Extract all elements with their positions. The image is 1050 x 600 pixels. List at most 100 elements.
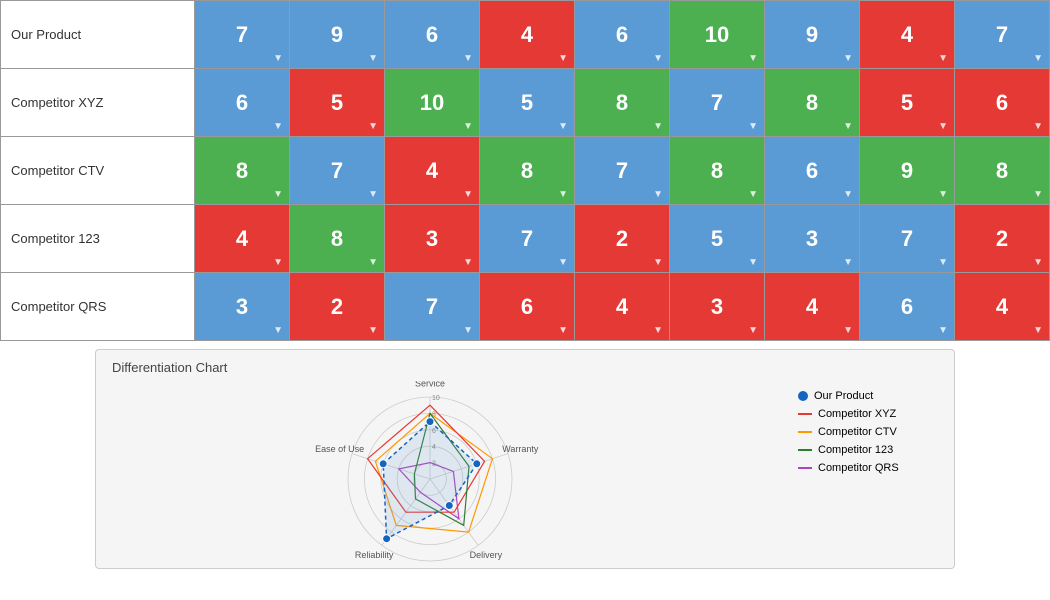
value-cell[interactable]: 3▼ — [385, 205, 480, 273]
value-cell[interactable]: 2▼ — [290, 273, 385, 341]
value-cell[interactable]: 3▼ — [195, 273, 290, 341]
chevron-down-icon: ▼ — [463, 121, 473, 132]
table-row: Competitor 1234▼8▼3▼7▼2▼5▼3▼7▼2▼ — [1, 205, 1050, 273]
value-cell[interactable]: 8▼ — [955, 137, 1050, 205]
value-cell[interactable]: 8▼ — [480, 137, 575, 205]
value-cell[interactable]: 9▼ — [765, 1, 860, 69]
cell-value: 9 — [331, 22, 343, 47]
value-cell[interactable]: 9▼ — [860, 137, 955, 205]
cell-value: 6 — [521, 294, 533, 319]
chevron-down-icon: ▼ — [368, 257, 378, 268]
row-label: Competitor 123 — [1, 205, 195, 273]
comparison-table: Our Product7▼9▼6▼4▼6▼10▼9▼4▼7▼Competitor… — [0, 0, 1050, 341]
cell-value: 3 — [236, 294, 248, 319]
value-cell[interactable]: 8▼ — [765, 69, 860, 137]
value-cell[interactable]: 4▼ — [480, 1, 575, 69]
svg-text:Reliability: Reliability — [355, 550, 394, 560]
chevron-down-icon: ▼ — [463, 325, 473, 336]
cell-value: 4 — [521, 22, 533, 47]
value-cell[interactable]: 5▼ — [670, 205, 765, 273]
cell-value: 6 — [236, 90, 248, 115]
value-cell[interactable]: 7▼ — [385, 273, 480, 341]
chevron-down-icon: ▼ — [938, 189, 948, 200]
value-cell[interactable]: 6▼ — [575, 1, 670, 69]
chevron-down-icon: ▼ — [1033, 189, 1043, 200]
radar-container: 246810ServiceWarrantyDeliveryReliability… — [112, 381, 778, 566]
cell-value: 5 — [521, 90, 533, 115]
chart-area: Differentiation Chart 246810ServiceWarra… — [112, 360, 778, 558]
value-cell[interactable]: 3▼ — [765, 205, 860, 273]
value-cell[interactable]: 4▼ — [385, 137, 480, 205]
chevron-down-icon: ▼ — [653, 121, 663, 132]
value-cell[interactable]: 2▼ — [955, 205, 1050, 273]
legend-item: Our Product — [798, 390, 938, 402]
chevron-down-icon: ▼ — [368, 53, 378, 64]
svg-text:Warranty: Warranty — [502, 444, 539, 454]
legend-label: Competitor 123 — [818, 444, 893, 456]
chevron-down-icon: ▼ — [463, 257, 473, 268]
cell-value: 7 — [996, 22, 1008, 47]
value-cell[interactable]: 6▼ — [480, 273, 575, 341]
chevron-down-icon: ▼ — [273, 189, 283, 200]
value-cell[interactable]: 6▼ — [860, 273, 955, 341]
chevron-down-icon: ▼ — [273, 325, 283, 336]
cell-value: 9 — [901, 158, 913, 183]
value-cell[interactable]: 8▼ — [195, 137, 290, 205]
chart-section: Differentiation Chart 246810ServiceWarra… — [95, 349, 955, 569]
value-cell[interactable]: 10▼ — [670, 1, 765, 69]
cell-value: 9 — [806, 22, 818, 47]
cell-value: 8 — [806, 90, 818, 115]
row-label: Our Product — [1, 1, 195, 69]
legend-line — [798, 431, 812, 433]
cell-value: 4 — [996, 294, 1008, 319]
radar-chart: 246810ServiceWarrantyDeliveryReliability… — [275, 381, 615, 566]
value-cell[interactable]: 4▼ — [195, 205, 290, 273]
value-cell[interactable]: 8▼ — [575, 69, 670, 137]
svg-text:10: 10 — [432, 395, 440, 402]
cell-value: 8 — [521, 158, 533, 183]
chevron-down-icon: ▼ — [748, 257, 758, 268]
value-cell[interactable]: 7▼ — [290, 137, 385, 205]
cell-value: 3 — [711, 294, 723, 319]
value-cell[interactable]: 6▼ — [765, 137, 860, 205]
chevron-down-icon: ▼ — [748, 53, 758, 64]
value-cell[interactable]: 4▼ — [955, 273, 1050, 341]
value-cell[interactable]: 6▼ — [195, 69, 290, 137]
cell-value: 4 — [426, 158, 438, 183]
value-cell[interactable]: 5▼ — [290, 69, 385, 137]
value-cell[interactable]: 3▼ — [670, 273, 765, 341]
chart-legend: Our ProductCompetitor XYZCompetitor CTVC… — [798, 360, 938, 558]
table-row: Competitor XYZ6▼5▼10▼5▼8▼7▼8▼5▼6▼ — [1, 69, 1050, 137]
cell-value: 7 — [521, 226, 533, 251]
value-cell[interactable]: 7▼ — [860, 205, 955, 273]
chevron-down-icon: ▼ — [843, 121, 853, 132]
chevron-down-icon: ▼ — [938, 257, 948, 268]
value-cell[interactable]: 5▼ — [480, 69, 575, 137]
value-cell[interactable]: 6▼ — [955, 69, 1050, 137]
row-label: Competitor QRS — [1, 273, 195, 341]
table-row: Competitor CTV8▼7▼4▼8▼7▼8▼6▼9▼8▼ — [1, 137, 1050, 205]
value-cell[interactable]: 4▼ — [765, 273, 860, 341]
chevron-down-icon: ▼ — [463, 189, 473, 200]
value-cell[interactable]: 4▼ — [860, 1, 955, 69]
value-cell[interactable]: 9▼ — [290, 1, 385, 69]
value-cell[interactable]: 7▼ — [670, 69, 765, 137]
table-row: Our Product7▼9▼6▼4▼6▼10▼9▼4▼7▼ — [1, 1, 1050, 69]
value-cell[interactable]: 8▼ — [670, 137, 765, 205]
value-cell[interactable]: 10▼ — [385, 69, 480, 137]
value-cell[interactable]: 7▼ — [575, 137, 670, 205]
cell-value: 6 — [901, 294, 913, 319]
value-cell[interactable]: 2▼ — [575, 205, 670, 273]
chevron-down-icon: ▼ — [558, 189, 568, 200]
value-cell[interactable]: 7▼ — [955, 1, 1050, 69]
value-cell[interactable]: 6▼ — [385, 1, 480, 69]
value-cell[interactable]: 7▼ — [480, 205, 575, 273]
chevron-down-icon: ▼ — [938, 121, 948, 132]
value-cell[interactable]: 4▼ — [575, 273, 670, 341]
value-cell[interactable]: 7▼ — [195, 1, 290, 69]
table-row: Competitor QRS3▼2▼7▼6▼4▼3▼4▼6▼4▼ — [1, 273, 1050, 341]
value-cell[interactable]: 8▼ — [290, 205, 385, 273]
svg-text:Delivery: Delivery — [470, 550, 503, 560]
value-cell[interactable]: 5▼ — [860, 69, 955, 137]
cell-value: 4 — [901, 22, 913, 47]
